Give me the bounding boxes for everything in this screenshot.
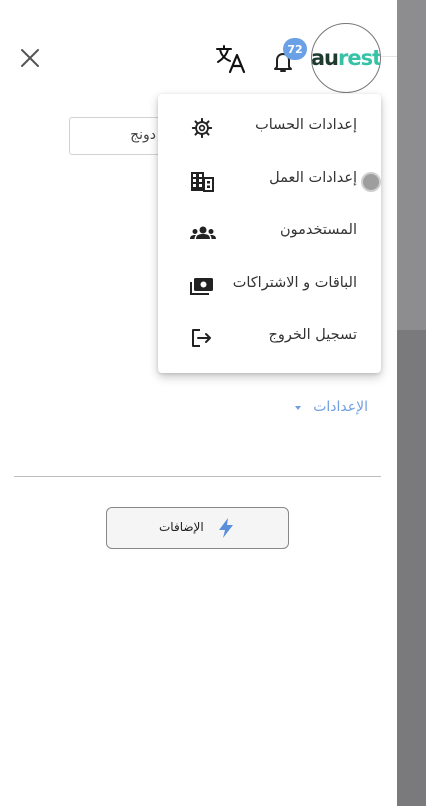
- menu-item-users[interactable]: المستخدمون: [158, 207, 381, 259]
- menu-item-account-settings[interactable]: إعدادات الحساب: [158, 102, 381, 154]
- gear-icon: [190, 117, 214, 139]
- settings-label: الإعدادات: [313, 399, 368, 415]
- drag-handle[interactable]: [361, 172, 381, 192]
- close-icon[interactable]: [18, 46, 42, 70]
- account-menu: إعدادات الحساب إعدادات العمل المستخدمون …: [158, 94, 381, 373]
- divider: [14, 476, 381, 477]
- addons-label: الإضافات: [159, 520, 204, 534]
- backdrop-overlay: [397, 0, 426, 806]
- logo-text-rest: rest: [338, 46, 381, 70]
- building-icon: [190, 170, 214, 192]
- menu-item-label: الباقات و الاشتراكات: [232, 275, 357, 291]
- lightning-icon: [216, 517, 236, 539]
- menu-item-label: إعدادات الحساب: [255, 117, 357, 133]
- menu-item-label: إعدادات العمل: [269, 170, 357, 186]
- users-icon: [190, 222, 216, 244]
- menu-item-logout[interactable]: تسجيل الخروج: [158, 312, 381, 364]
- avatar[interactable]: au rest: [311, 23, 381, 93]
- backdrop-overlay-top: [397, 0, 426, 330]
- menu-item-label: تسجيل الخروج: [268, 327, 357, 343]
- menu-item-business-settings[interactable]: إعدادات العمل: [158, 155, 381, 207]
- caret-down-icon: [295, 406, 301, 410]
- notification-badge: 72: [283, 38, 307, 60]
- translate-icon[interactable]: [215, 44, 247, 74]
- cash-icon: [190, 275, 214, 297]
- logout-icon: [190, 327, 214, 349]
- menu-item-label: المستخدمون: [279, 222, 357, 238]
- logo-text-au: au: [311, 46, 339, 70]
- menu-item-plans-subscriptions[interactable]: الباقات و الاشتراكات: [158, 260, 381, 312]
- business-name-value: دونج: [130, 127, 156, 143]
- settings-dropdown-toggle[interactable]: الإعدادات: [290, 399, 370, 419]
- header-border: [381, 56, 397, 57]
- addons-button[interactable]: الإضافات: [106, 507, 289, 549]
